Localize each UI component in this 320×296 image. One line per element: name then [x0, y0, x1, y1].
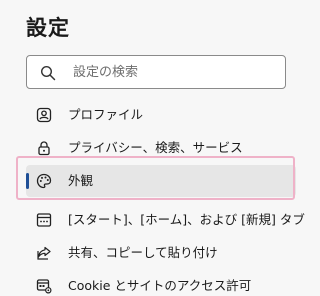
nav-item-label: プロファイル	[68, 107, 144, 122]
nav-item-label: プライバシー、検索、サービス	[68, 140, 243, 155]
nav-item-profile[interactable]: プロファイル	[26, 99, 296, 131]
nav-item-label: Cookie とサイトのアクセス許可	[68, 278, 252, 293]
start-home-icon	[36, 213, 52, 227]
search-input[interactable]	[73, 56, 273, 88]
nav-item-cookies-site-permissions[interactable]: Cookie とサイトのアクセス許可	[26, 270, 296, 296]
site-permissions-icon	[36, 279, 52, 294]
nav-item-start-home-newtab[interactable]: [スタート]、[ホーム]、および [新規] タブ	[26, 204, 305, 236]
nav-item-label: 共有、コピーして貼り付け	[68, 245, 218, 260]
search-icon	[40, 65, 56, 81]
nav-item-label: 外観	[68, 173, 94, 188]
settings-nav: プロファイル プライバシー、検索、サービス 外観 [スタート]、[ホーム]、およ…	[26, 99, 305, 296]
profile-icon	[36, 107, 52, 123]
nav-item-share-copy-paste[interactable]: 共有、コピーして貼り付け	[26, 237, 296, 269]
selection-indicator	[26, 173, 29, 189]
search-box[interactable]	[26, 55, 286, 89]
nav-item-appearance[interactable]: 外観	[26, 165, 296, 197]
share-icon	[37, 246, 51, 260]
palette-icon	[36, 173, 52, 189]
lock-icon	[38, 141, 50, 156]
nav-item-label: [スタート]、[ホーム]、および [新規] タブ	[68, 212, 305, 227]
nav-item-privacy[interactable]: プライバシー、検索、サービス	[26, 132, 296, 164]
page-title: 設定	[26, 16, 70, 40]
